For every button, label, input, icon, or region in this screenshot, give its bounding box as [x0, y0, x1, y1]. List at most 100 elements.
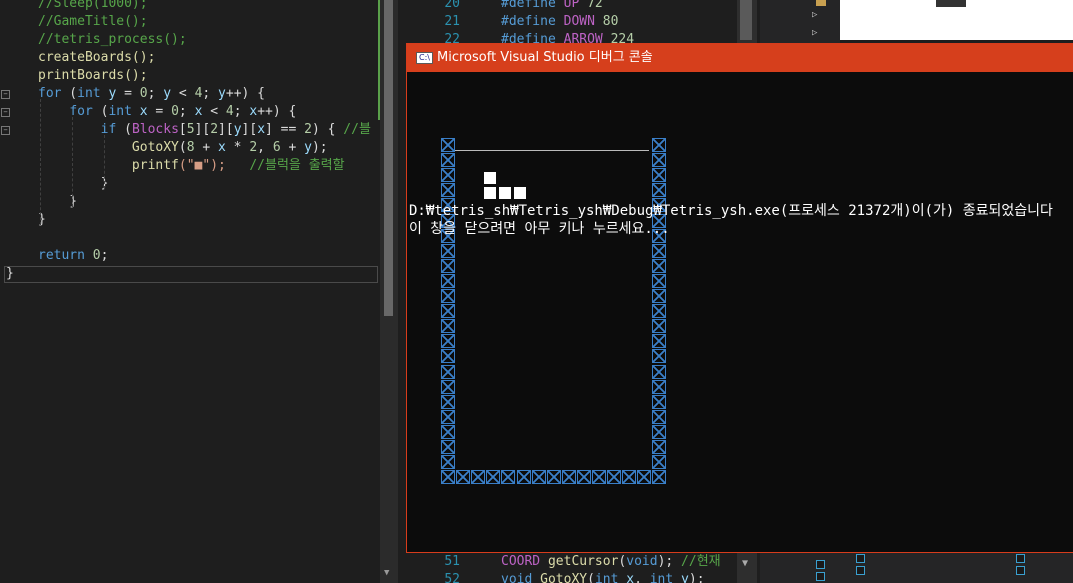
- code-line: void GotoXY(int x, int y);: [501, 571, 705, 583]
- board-wall-cell: [652, 409, 667, 424]
- right-scroll-thumb[interactable]: [740, 0, 752, 40]
- code-token: //Sleep(1000);: [38, 0, 148, 11]
- left-vertical-scrollbar[interactable]: ▼: [380, 0, 398, 583]
- tetris-block: [499, 187, 511, 199]
- code-line: for (int y = 0; y < 4; y++) {: [38, 85, 265, 103]
- code-token: ) {: [311, 122, 344, 137]
- code-token: int: [649, 572, 674, 583]
- scroll-down-arrow-icon[interactable]: ▼: [742, 558, 748, 569]
- tetris-block: [514, 187, 526, 199]
- board-wall-cell: [441, 470, 455, 485]
- code-token: ("■");: [178, 158, 250, 173]
- code-token: 2: [249, 140, 258, 155]
- code-token: 0: [92, 248, 101, 263]
- fold-icon[interactable]: −: [1, 90, 10, 99]
- console-titlebar[interactable]: C:\ Microsoft Visual Studio 디버그 콘솔: [407, 44, 1073, 72]
- code-token: int: [108, 104, 132, 119]
- code-token: <: [171, 86, 195, 101]
- code-token: GotoXY: [540, 572, 588, 583]
- code-token: ][: [218, 122, 234, 137]
- board-wall-cell: [652, 258, 667, 273]
- code-token: (: [587, 572, 595, 583]
- file-icon: [856, 566, 865, 575]
- code-token: y: [163, 86, 172, 101]
- board-wall-cell: [441, 334, 455, 349]
- expand-triangle-icon[interactable]: ▷: [812, 28, 817, 38]
- board-wall-cell: [441, 243, 455, 258]
- left-scroll-thumb[interactable]: [384, 0, 393, 316]
- board-wall-cell: [652, 289, 667, 303]
- code-token: #define: [501, 14, 564, 29]
- code-token: int: [594, 572, 619, 583]
- board-wall-cell: [652, 364, 667, 379]
- tetris-block: [484, 172, 496, 184]
- line-number: 51: [444, 554, 460, 569]
- indent-guide: [104, 135, 105, 189]
- board-wall-cell: [441, 349, 455, 364]
- file-icon: [1016, 566, 1025, 575]
- code-token: #define: [501, 0, 564, 11]
- debug-console-window[interactable]: C:\ Microsoft Visual Studio 디버그 콘솔 D:₩te…: [406, 43, 1073, 553]
- scroll-down-arrow-icon[interactable]: ▼: [384, 568, 389, 578]
- board-wall-cell: [441, 440, 455, 454]
- board-wall-cell: [456, 470, 471, 485]
- panel-button[interactable]: [936, 0, 966, 7]
- code-token: x: [139, 104, 148, 119]
- board-wall-cell: [546, 470, 561, 485]
- code-token: (: [178, 140, 187, 155]
- board-wall-cell: [441, 138, 455, 152]
- console-output-line-1: D:₩tetris_sh₩Tetris_ysh₩Debug₩Tetris_ysh…: [409, 203, 1053, 219]
- code-token: ][: [194, 122, 211, 137]
- board-wall-cell: [531, 470, 546, 485]
- fold-icon[interactable]: −: [1, 126, 10, 135]
- code-token: (: [116, 122, 132, 137]
- left-code-editor[interactable]: //Sleep(1000); //GameTitle(); //tetris_pro…: [0, 0, 380, 583]
- code-token: *: [225, 140, 250, 155]
- expand-triangle-icon[interactable]: ▷: [812, 10, 817, 20]
- code-token: Blocks: [131, 122, 179, 137]
- code-line: //tetris_process();: [38, 31, 187, 49]
- code-token: ;: [202, 86, 219, 101]
- code-token: createBoards();: [38, 50, 156, 65]
- code-token: //현재: [681, 554, 721, 569]
- console-app-icon: C:\: [416, 52, 433, 64]
- file-icon: [856, 554, 865, 563]
- code-token: //블럭을 출력할: [249, 158, 345, 173]
- code-token: UP: [563, 0, 580, 11]
- code-token: x: [257, 122, 266, 137]
- code-token: [: [178, 122, 187, 137]
- code-token: );: [657, 554, 682, 569]
- code-token: =: [116, 86, 140, 101]
- board-wall-cell: [652, 455, 667, 470]
- code-token: return: [38, 248, 85, 263]
- console-output-area[interactable]: D:₩tetris_sh₩Tetris_ysh₩Debug₩Tetris_ysh…: [407, 72, 1073, 552]
- file-icon: [816, 560, 825, 569]
- code-token: x: [626, 572, 635, 583]
- code-token: //tetris_process();: [38, 32, 187, 47]
- code-token: );: [688, 572, 705, 583]
- code-token: printf: [131, 158, 179, 173]
- code-token: COORD: [501, 554, 541, 569]
- code-token: (: [92, 104, 109, 119]
- code-token: y: [233, 122, 242, 137]
- code-token: int: [77, 86, 101, 101]
- code-token: DOWN: [563, 14, 595, 29]
- board-wall-cell: [441, 304, 455, 319]
- code-token: void: [626, 554, 658, 569]
- board-wall-cell: [441, 424, 455, 439]
- code-token: ,: [634, 572, 650, 583]
- board-wall-cell: [441, 379, 455, 394]
- indent-guide: [40, 99, 41, 225]
- fold-icon[interactable]: −: [1, 108, 10, 117]
- board-wall-cell: [607, 470, 622, 485]
- board-wall-cell: [486, 470, 501, 485]
- code-token: ++) {: [257, 104, 297, 119]
- board-wall-cell: [441, 409, 455, 424]
- tetris-block: [484, 187, 496, 199]
- code-token: ;: [233, 104, 250, 119]
